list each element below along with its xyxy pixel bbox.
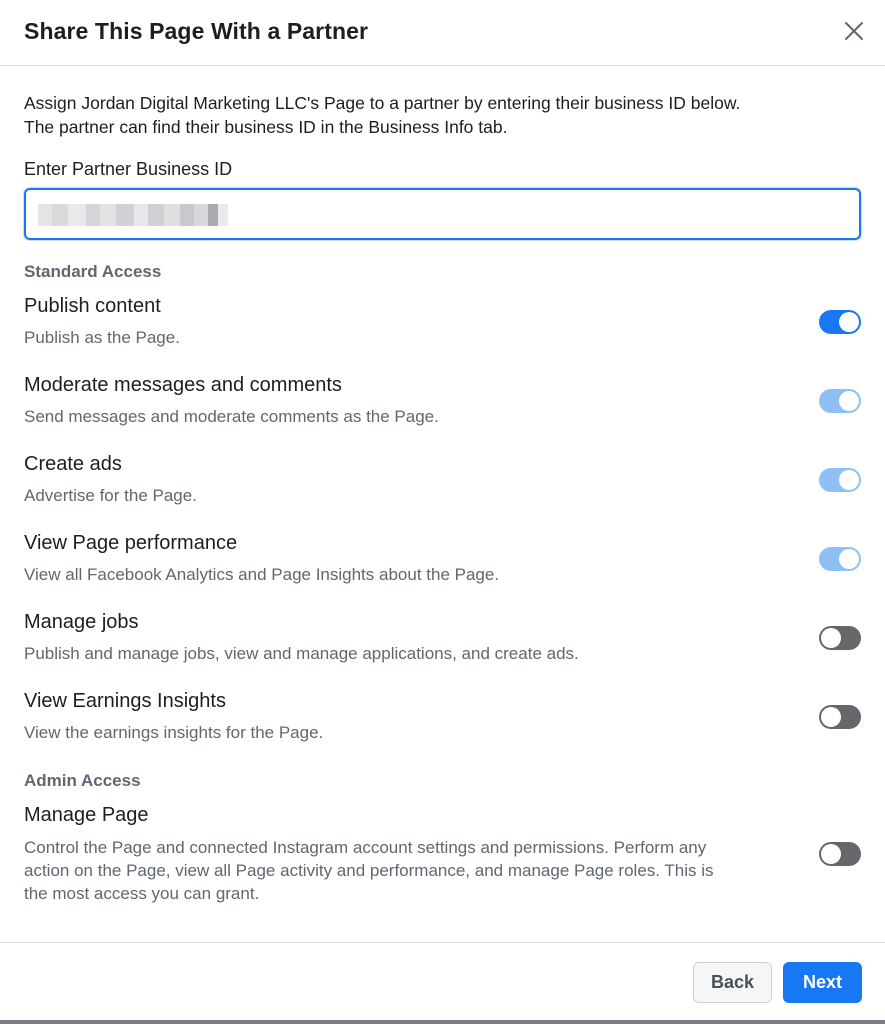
dialog-title: Share This Page With a Partner — [24, 18, 369, 44]
toggle-view-page-performance[interactable] — [819, 547, 861, 571]
permission-title: Moderate messages and comments — [24, 374, 342, 396]
description-line-3: the most access you can grant. — [24, 884, 260, 903]
dialog-header: Share This Page With a Partner — [0, 0, 885, 66]
permission-title: Manage jobs — [24, 611, 139, 633]
permission-manage-jobs: Manage jobs Publish and manage jobs, vie… — [24, 611, 861, 690]
permission-description: View all Facebook Analytics and Page Ins… — [24, 565, 500, 584]
permission-title: Create ads — [24, 453, 122, 475]
permission-view-earnings-insights: View Earnings Insights View the earnings… — [24, 690, 861, 769]
description-line-2: action on the Page, view all Page activi… — [24, 861, 714, 880]
permission-view-page-performance: View Page performance View all Facebook … — [24, 532, 861, 611]
business-id-label: Enter Partner Business ID — [24, 159, 233, 179]
toggle-manage-jobs[interactable] — [819, 626, 861, 650]
back-button[interactable]: Back — [693, 962, 772, 1003]
permission-description: Publish and manage jobs, view and manage… — [24, 644, 579, 663]
business-id-field-wrapper — [24, 188, 861, 240]
toggle-manage-page[interactable] — [819, 842, 861, 866]
description-line-1: Control the Page and connected Instagram… — [24, 838, 707, 857]
permission-description: Control the Page and connected Instagram… — [24, 836, 804, 905]
next-button[interactable]: Next — [783, 962, 862, 1003]
permission-title: Manage Page — [24, 804, 149, 826]
permission-description: Publish as the Page. — [24, 328, 180, 347]
permission-create-ads: Create ads Advertise for the Page. — [24, 453, 861, 532]
window-bottom-edge — [0, 1020, 885, 1024]
permission-moderate-messages: Moderate messages and comments Send mess… — [24, 374, 861, 453]
standard-access-title: Standard Access — [24, 262, 162, 281]
permission-title: View Earnings Insights — [24, 690, 226, 712]
permission-description: View the earnings insights for the Page. — [24, 723, 324, 742]
toggle-view-earnings-insights[interactable] — [819, 705, 861, 729]
dialog-footer: Back Next — [0, 942, 885, 1020]
dialog-body: Assign Jordan Digital Marketing LLC's Pa… — [0, 91, 885, 904]
permission-title: View Page performance — [24, 532, 238, 554]
toggle-create-ads[interactable] — [819, 468, 861, 492]
share-page-dialog: Share This Page With a Partner Assign Jo… — [0, 0, 885, 1020]
standard-permissions-list: Publish content Publish as the Page. Mod… — [24, 295, 861, 769]
intro-line-2: The partner can find their business ID i… — [24, 117, 508, 137]
toggle-publish-content[interactable] — [819, 310, 861, 334]
admin-access-title: Admin Access — [24, 771, 141, 790]
close-icon[interactable] — [841, 18, 867, 44]
permission-publish-content: Publish content Publish as the Page. — [24, 295, 861, 374]
permission-description: Send messages and moderate comments as t… — [24, 407, 439, 426]
intro-line-1: Assign Jordan Digital Marketing LLC's Pa… — [24, 93, 741, 113]
intro-text: Assign Jordan Digital Marketing LLC's Pa… — [24, 91, 864, 139]
permission-title: Publish content — [24, 295, 161, 317]
permission-description: Advertise for the Page. — [24, 486, 197, 505]
business-id-input[interactable] — [26, 190, 859, 238]
toggle-moderate-messages[interactable] — [819, 389, 861, 413]
permission-manage-page: Manage Page Control the Page and connect… — [24, 804, 861, 904]
